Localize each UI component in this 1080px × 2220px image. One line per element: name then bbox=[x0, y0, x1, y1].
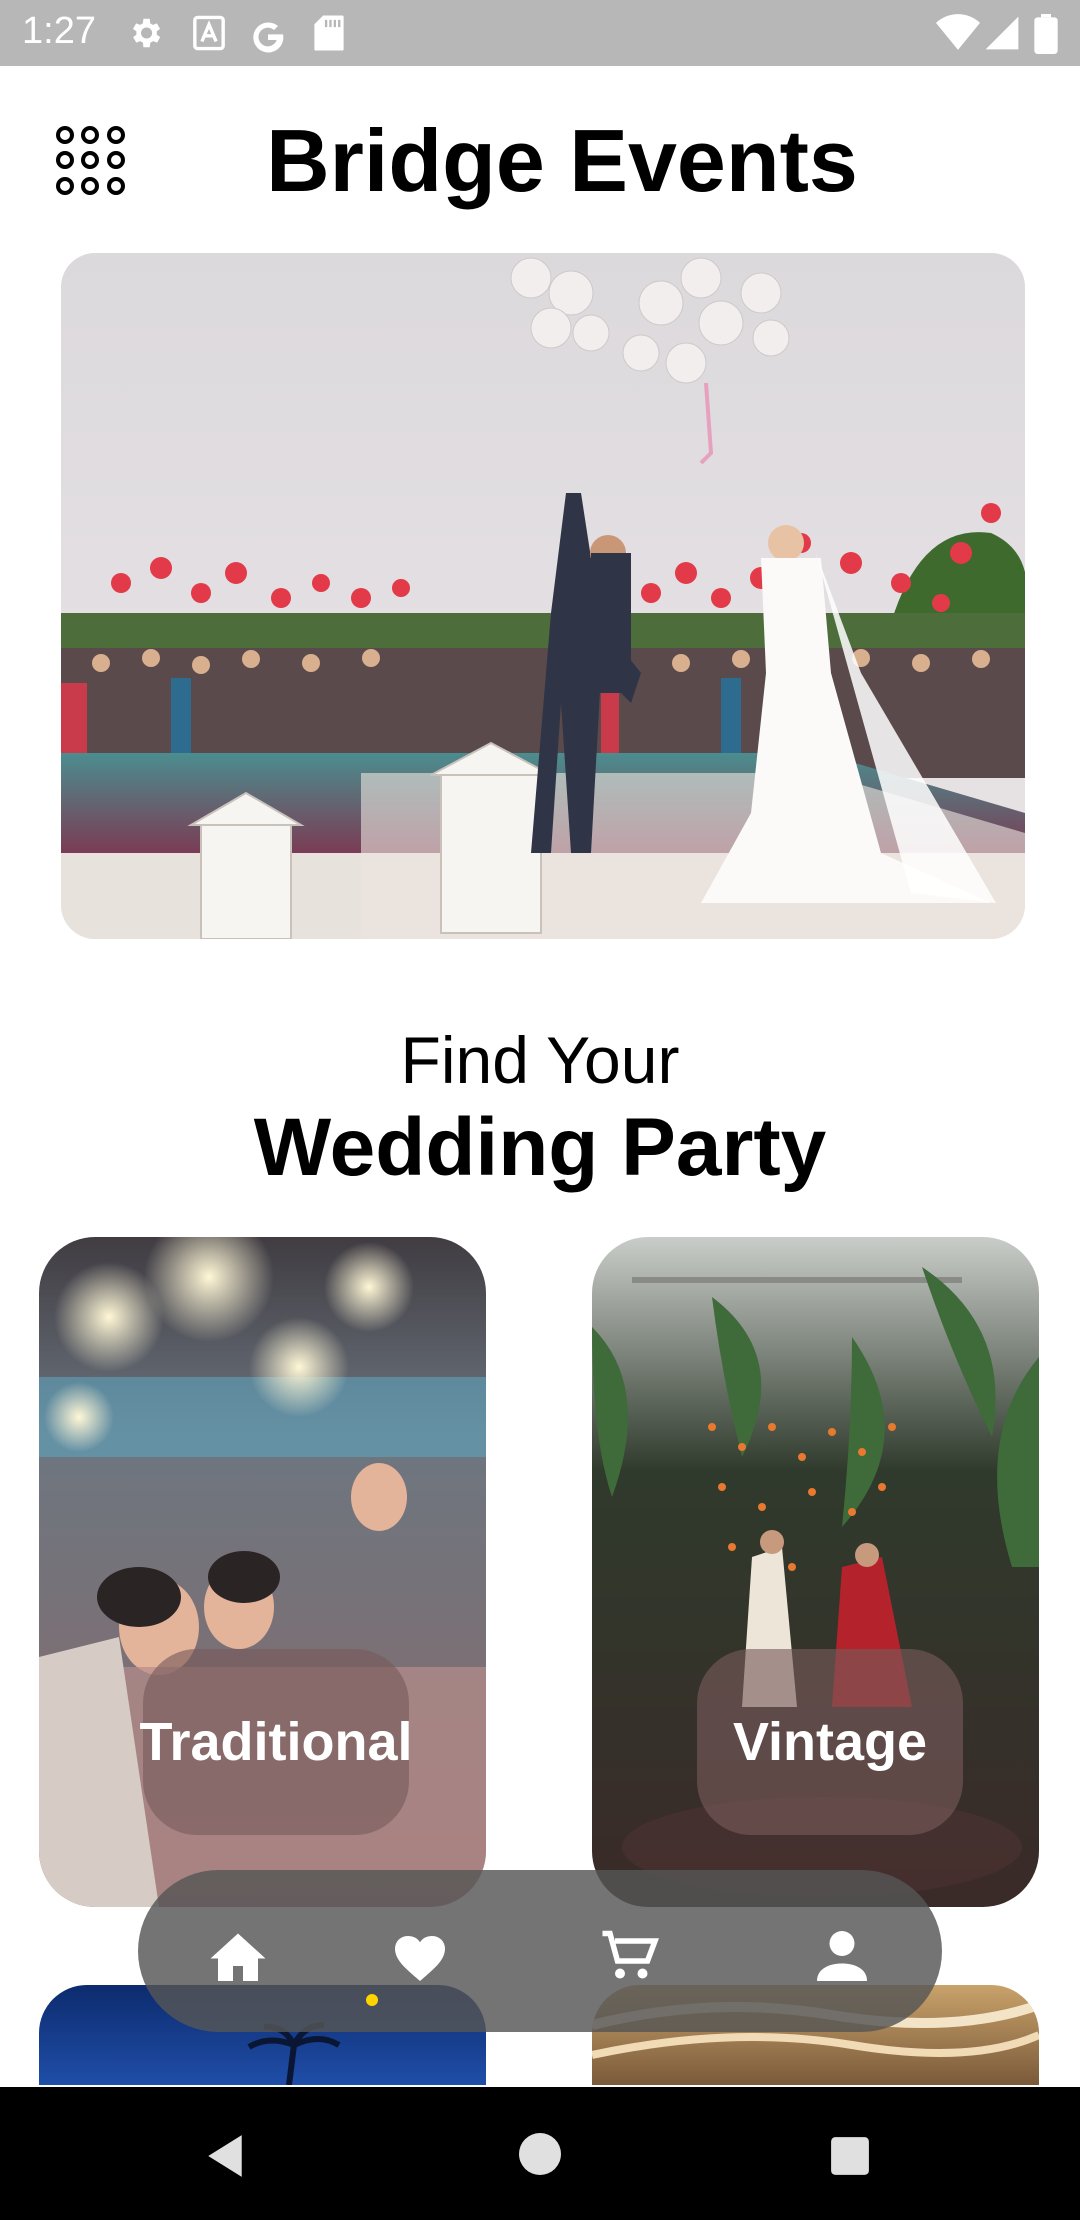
settings-icon bbox=[132, 18, 161, 48]
heart-icon[interactable] bbox=[390, 1928, 450, 1984]
category-card-traditional[interactable]: Traditional bbox=[39, 1237, 486, 1907]
signal-icon bbox=[985, 16, 1019, 50]
section-heading-line2: Wedding Party bbox=[253, 1102, 827, 1193]
system-navigation-bar bbox=[0, 2087, 1080, 2220]
bottom-navigation bbox=[138, 1870, 942, 2032]
app-header: Bridge Events bbox=[0, 66, 1080, 246]
status-time: 1:27 bbox=[22, 10, 96, 52]
sd-card-icon bbox=[314, 15, 344, 51]
recents-icon[interactable] bbox=[829, 2135, 871, 2177]
section-heading-line1: Find Your bbox=[400, 1023, 680, 1097]
cart-icon[interactable] bbox=[600, 1928, 660, 1984]
profile-icon[interactable] bbox=[812, 1928, 872, 1984]
google-icon bbox=[253, 22, 284, 53]
page-title: Bridge Events bbox=[266, 111, 858, 210]
status-bar: 1:27 bbox=[0, 0, 1080, 66]
font-icon bbox=[193, 15, 225, 51]
home-icon[interactable] bbox=[208, 1928, 268, 1984]
active-indicator bbox=[366, 1994, 378, 2006]
category-label: Traditional bbox=[139, 1649, 413, 1835]
back-icon[interactable] bbox=[204, 2133, 246, 2179]
category-label: Vintage bbox=[697, 1649, 963, 1835]
wifi-icon bbox=[936, 14, 980, 50]
category-card-vintage[interactable]: Vintage bbox=[592, 1237, 1039, 1907]
hero-image[interactable] bbox=[61, 253, 1025, 939]
section-heading: Find Your Wedding Party bbox=[0, 1020, 1080, 1196]
battery-icon bbox=[1034, 14, 1058, 54]
home-circle-icon[interactable] bbox=[519, 2133, 561, 2175]
